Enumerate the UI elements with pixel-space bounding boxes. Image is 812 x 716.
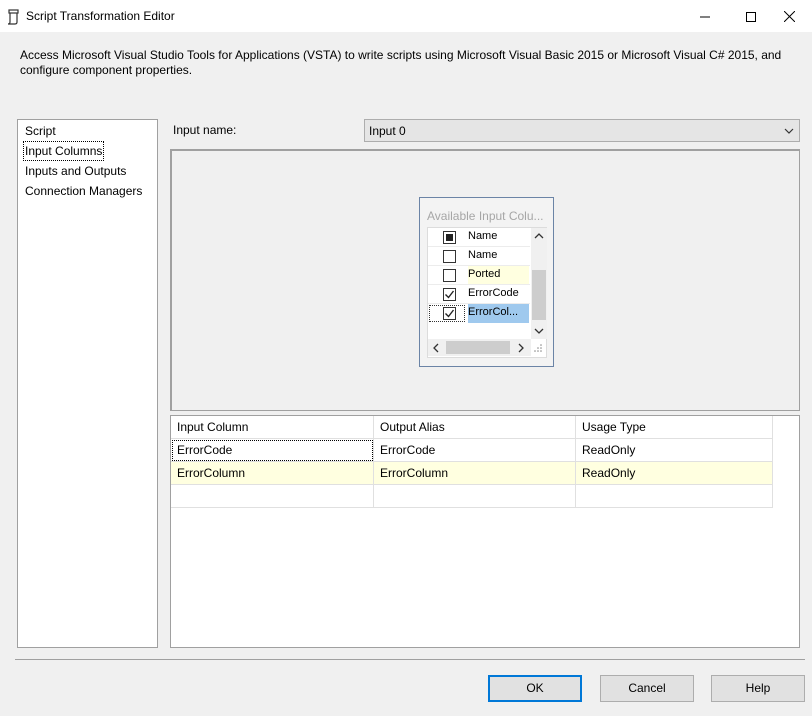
chevron-down-icon [784, 128, 794, 134]
nav-item-connection-managers[interactable]: Connection Managers [24, 182, 143, 200]
divider [15, 659, 805, 660]
nav-item-script[interactable]: Script [24, 122, 57, 140]
help-button[interactable]: Help [711, 675, 805, 702]
column-label: Name [468, 249, 498, 261]
grid-new-row-cell[interactable] [171, 485, 374, 508]
list-item: ErrorCode [428, 285, 530, 304]
window-title: Script Transformation Editor [26, 9, 175, 23]
description-text: Access Microsoft Visual Studio Tools for… [20, 48, 782, 77]
list-item: Name [428, 247, 530, 266]
chevron-up-icon[interactable] [534, 231, 544, 241]
checkmark-icon [445, 290, 455, 299]
column-label: Ported [468, 268, 501, 280]
column-checkbox-ported[interactable] [443, 269, 456, 282]
input-columns-grid: Input Column Output Alias Usage Type Err… [170, 415, 800, 648]
nav-item-inputs-and-outputs[interactable]: Inputs and Outputs [24, 162, 127, 180]
column-label: ErrorCode [468, 287, 519, 299]
nav-item-input-columns[interactable]: Input Columns [22, 141, 105, 161]
list-item: Ported [428, 266, 530, 285]
minimize-icon [700, 16, 710, 17]
scrollbar-thumb[interactable] [446, 341, 510, 354]
column-checkbox-errorcolumn[interactable] [443, 307, 456, 320]
vertical-scrollbar[interactable] [531, 228, 547, 339]
list-item: ErrorCol... [428, 304, 530, 323]
select-all-row: Name [428, 228, 530, 247]
checkmark-icon [445, 309, 455, 318]
grid-new-row-cell[interactable] [576, 485, 773, 508]
available-columns-title: Available Input Colu... [427, 209, 544, 223]
minimize-button[interactable] [682, 0, 728, 33]
grid-cell-output-alias[interactable]: ErrorCode [374, 439, 576, 462]
grid-header-output-alias[interactable]: Output Alias [374, 416, 576, 439]
column-header-name: Name [468, 230, 498, 242]
grid-cell-output-alias[interactable]: ErrorColumn [374, 462, 576, 485]
chevron-down-icon[interactable] [534, 326, 544, 336]
title-bar: Script Transformation Editor [0, 0, 812, 33]
scrollbar-thumb[interactable] [532, 270, 546, 320]
grid-header-input-column[interactable]: Input Column [171, 416, 374, 439]
page-list: Script Input Columns Inputs and Outputs … [17, 119, 158, 648]
column-checkbox-name[interactable] [443, 250, 456, 263]
input-name-dropdown[interactable]: Input 0 [364, 119, 800, 142]
resize-grip-icon[interactable] [533, 343, 543, 353]
column-label: ErrorCol... [468, 306, 519, 318]
chevron-right-icon[interactable] [516, 343, 526, 353]
input-name-label: Input name: [173, 123, 237, 137]
ok-button[interactable]: OK [488, 675, 582, 702]
chevron-left-icon[interactable] [431, 343, 441, 353]
grid-new-row-cell[interactable] [374, 485, 576, 508]
input-name-value: Input 0 [369, 124, 406, 138]
grid-cell-usage-type[interactable]: ReadOnly [576, 439, 773, 462]
maximize-icon [746, 11, 756, 22]
close-button[interactable] [766, 0, 812, 33]
select-all-checkbox[interactable] [443, 231, 456, 244]
available-input-columns-box: Available Input Colu... Name Name Ported… [419, 197, 554, 367]
column-checkbox-errorcode[interactable] [443, 288, 456, 301]
cancel-button[interactable]: Cancel [600, 675, 694, 702]
grid-cell-input-column[interactable]: ErrorCode [171, 439, 374, 462]
available-columns-list: Name Name Ported ErrorCode ErrorCol... [427, 227, 547, 358]
grid-cell-input-column[interactable]: ErrorColumn [171, 462, 374, 485]
grid-cell-usage-type[interactable]: ReadOnly [576, 462, 773, 485]
close-icon [783, 11, 795, 22]
script-component-icon [7, 9, 19, 25]
grid-header-usage-type[interactable]: Usage Type [576, 416, 773, 439]
horizontal-scrollbar[interactable] [428, 339, 531, 356]
